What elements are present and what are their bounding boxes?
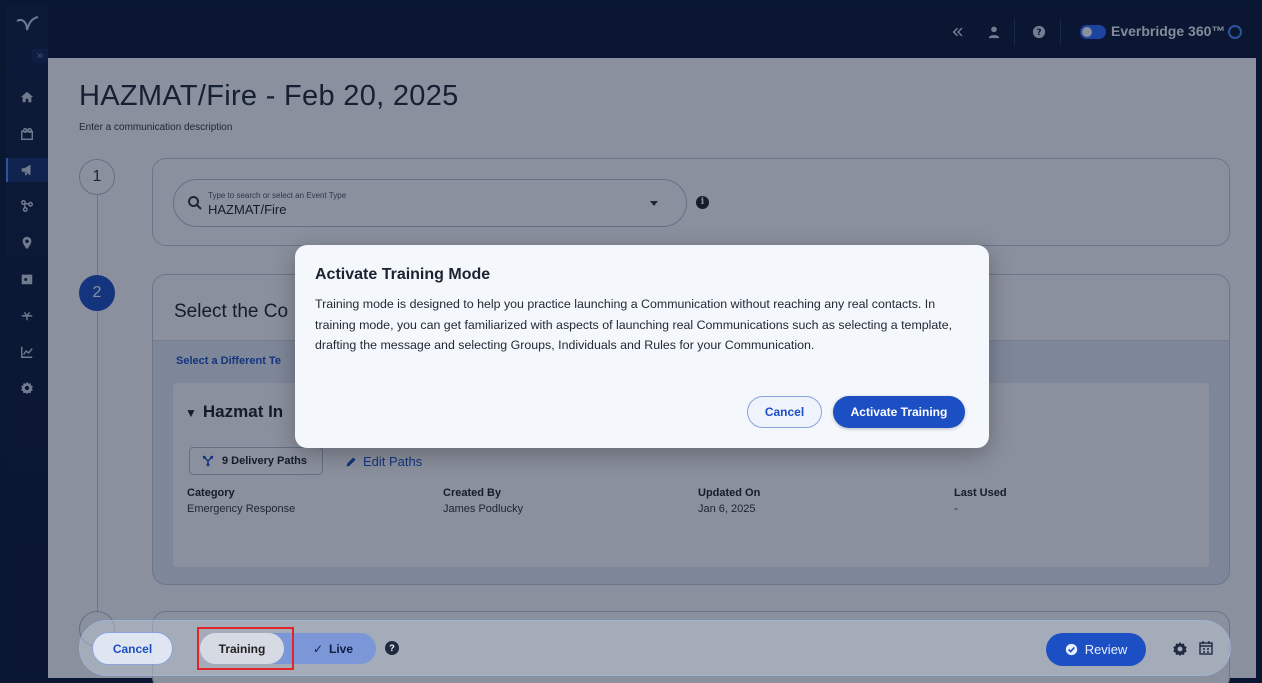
review-label: Review <box>1084 642 1128 657</box>
dialog-body: Training mode is designed to help you pr… <box>315 297 953 352</box>
check-circle-icon <box>1065 643 1077 656</box>
live-mode-button[interactable]: ✓ Live <box>294 633 372 664</box>
check-icon: ✓ <box>312 641 324 656</box>
bottom-cancel-button[interactable]: Cancel <box>92 632 173 665</box>
calendar-icon[interactable] <box>1198 640 1214 656</box>
activate-training-button[interactable]: Activate Training <box>833 396 965 428</box>
dialog-title: Activate Training Mode <box>315 266 491 283</box>
live-mode-label: Live <box>329 641 354 656</box>
dialog-cancel-button[interactable]: Cancel <box>747 396 822 428</box>
review-button[interactable]: Review <box>1046 633 1146 666</box>
gear-icon[interactable] <box>1172 641 1188 657</box>
activate-training-dialog: Activate Training Mode Training mode is … <box>295 245 989 448</box>
training-highlight-box <box>197 627 294 670</box>
help-icon[interactable]: ? <box>385 641 399 655</box>
